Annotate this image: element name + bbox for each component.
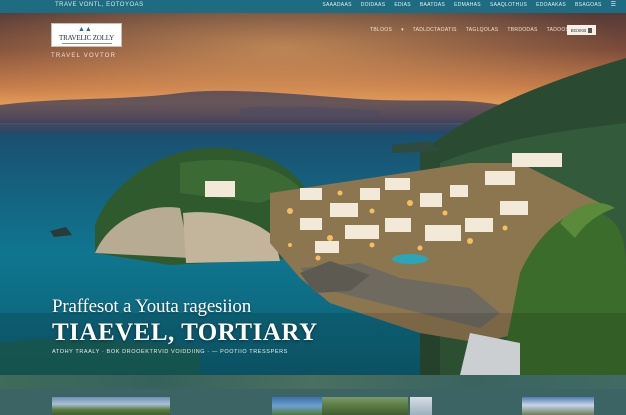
- mountain-icon: ▲▲: [78, 26, 92, 33]
- top-nav-item-2[interactable]: DOIDAAS: [361, 2, 386, 9]
- top-tagline: TRAVE VONTL, EOTOYOAS: [55, 2, 144, 8]
- main-nav-item-2[interactable]: TADLDCTAOATIS: [413, 27, 457, 33]
- top-nav-item-4[interactable]: BAATOAS: [420, 2, 445, 9]
- logo-name: TRAVELIC ZOLLY: [59, 34, 114, 42]
- top-nav-item-1[interactable]: SAAADAAS: [322, 2, 351, 9]
- main-nav-item-4[interactable]: TBRDODAS: [507, 27, 537, 33]
- top-nav-item-6[interactable]: SAAQLOTHUS: [490, 2, 527, 9]
- main-nav-item-3[interactable]: TAGLQOLAS: [466, 27, 499, 33]
- top-nav: SAAADAAS DOIDAAS EDIAS BAATOAS EDMAHAS S…: [322, 2, 616, 9]
- site-logo[interactable]: ▲▲ TRAVELIC ZOLLY: [51, 23, 122, 47]
- top-nav-item-8[interactable]: BSAGOAS: [575, 2, 602, 9]
- thumbnail-1[interactable]: [52, 397, 170, 415]
- thumbnail-4[interactable]: [410, 397, 432, 415]
- top-nav-item-3[interactable]: EDIAS: [394, 2, 411, 9]
- top-nav-item-5[interactable]: EDMAHAS: [454, 2, 481, 9]
- pool: [392, 254, 428, 264]
- main-nav: TBLOOS ▾ TADLDCTAOATIS TAGLQOLAS TBRDODA…: [370, 27, 569, 33]
- book-button[interactable]: BGSKB: [567, 25, 596, 35]
- top-nav-item-7[interactable]: EDOAAKAS: [536, 2, 566, 9]
- top-bar: TRAVE VONTL, EOTOYOAS SAAADAAS DOIDAAS E…: [0, 0, 626, 13]
- main-nav-item-1[interactable]: TBLOOS: [370, 27, 392, 33]
- book-button-label: BGSKB: [570, 27, 587, 33]
- chevron-down-icon: ▾: [401, 27, 404, 33]
- hero-headline: Praffesot a Youta ragesiion: [52, 296, 251, 317]
- hero-subline: ATOHY TRAALY · BOK DROOEKTRVID VOIDDIING…: [52, 349, 288, 355]
- thumbnail-3[interactable]: [322, 397, 408, 415]
- bookmark-icon: [588, 27, 593, 33]
- site-tagline: TRAVEL VOVTOR: [51, 53, 117, 59]
- menu-icon[interactable]: ☰: [611, 2, 616, 9]
- thumbnail-strip: [0, 375, 626, 415]
- thumbnail-2[interactable]: [272, 397, 322, 415]
- thumbnail-5[interactable]: [522, 397, 594, 415]
- main-nav-item-5[interactable]: TADOOS: [547, 27, 570, 33]
- thumbnail-strip-band: [0, 375, 626, 389]
- logo-rule: [62, 43, 112, 44]
- hero-title: TIAEVEL, TORTIARY: [52, 319, 318, 346]
